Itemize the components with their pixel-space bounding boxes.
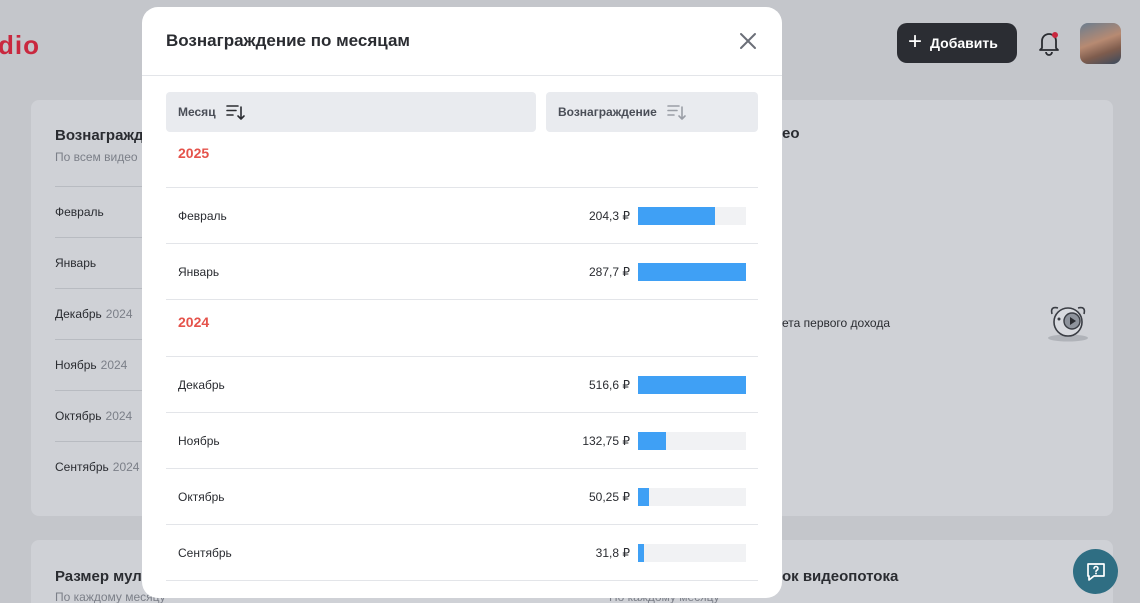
video-card-title: ео (782, 125, 800, 142)
row-amount: 204,3 ₽ (589, 209, 630, 223)
reward-bar-fill (638, 207, 715, 225)
stream-card-title: ок видеопотока (782, 568, 899, 585)
row-month: Ноябрь (178, 434, 220, 448)
row-amount: 132,75 ₽ (582, 434, 630, 448)
row-month: Декабрь (178, 378, 225, 392)
column-header-reward[interactable]: Вознаграждение (546, 92, 758, 132)
add-button-label: Добавить (930, 35, 998, 51)
reward-bar-fill (638, 488, 649, 506)
table-row: Октябрь 50,25 ₽ (166, 469, 758, 525)
rewards-card-title: Вознагражде (55, 127, 152, 144)
plus-icon: + (908, 28, 923, 55)
reward-bar-fill (638, 544, 645, 562)
row-month: Февраль (178, 209, 227, 223)
column-reward-label: Вознаграждение (558, 105, 657, 119)
close-icon[interactable] (738, 31, 758, 51)
reward-bar (638, 432, 746, 450)
reward-bar-fill (638, 376, 746, 394)
row-amount: 31,8 ₽ (595, 546, 630, 560)
reward-bar (638, 263, 746, 281)
table-row: Декабрь 516,6 ₽ (166, 357, 758, 413)
reward-bar-fill (638, 263, 746, 281)
mascot-play-icon (1048, 306, 1088, 342)
row-month: Январь (178, 265, 220, 279)
table-row: Январь 287,7 ₽ (166, 244, 758, 300)
app-logo[interactable]: dio (0, 30, 40, 61)
chat-question-icon (1086, 562, 1105, 581)
row-amount: 50,25 ₽ (589, 490, 630, 504)
reward-bar (638, 544, 746, 562)
table-header: Месяц Вознаграждение (166, 92, 758, 132)
row-month: Октябрь (178, 490, 225, 504)
notification-bell-icon[interactable] (1036, 30, 1062, 56)
table-row: Сентябрь 31,8 ₽ (166, 525, 758, 581)
reward-bar (638, 376, 746, 394)
add-button[interactable]: + Добавить (897, 23, 1017, 63)
video-card-empty-text: ета первого дохода (782, 316, 891, 330)
reward-bar (638, 488, 746, 506)
row-month: Сентябрь (178, 546, 232, 560)
sort-descending-icon[interactable] (667, 103, 687, 121)
user-avatar[interactable] (1080, 23, 1121, 64)
support-chat-button[interactable] (1073, 549, 1118, 594)
year-group-header: 2024 (166, 301, 758, 357)
table-row: Февраль 204,3 ₽ (166, 188, 758, 244)
multiplier-card-title: Размер муль (55, 568, 151, 585)
column-month-label: Месяц (178, 105, 216, 119)
modal-header: Вознаграждение по месяцам (142, 7, 782, 76)
modal-title: Вознаграждение по месяцам (166, 30, 410, 50)
year-group-header: 2025 (166, 132, 758, 188)
reward-bar-fill (638, 432, 667, 450)
row-amount: 287,7 ₽ (589, 265, 630, 279)
reward-bar (638, 207, 746, 225)
rewards-by-month-modal: Вознаграждение по месяцам Месяц Вознагра… (142, 7, 782, 598)
column-header-month[interactable]: Месяц (166, 92, 536, 132)
rewards-card-subtitle: По всем видео (55, 150, 138, 164)
sort-descending-icon[interactable] (225, 103, 246, 121)
table-row: Ноябрь 132,75 ₽ (166, 413, 758, 469)
row-amount: 516,6 ₽ (589, 378, 630, 392)
